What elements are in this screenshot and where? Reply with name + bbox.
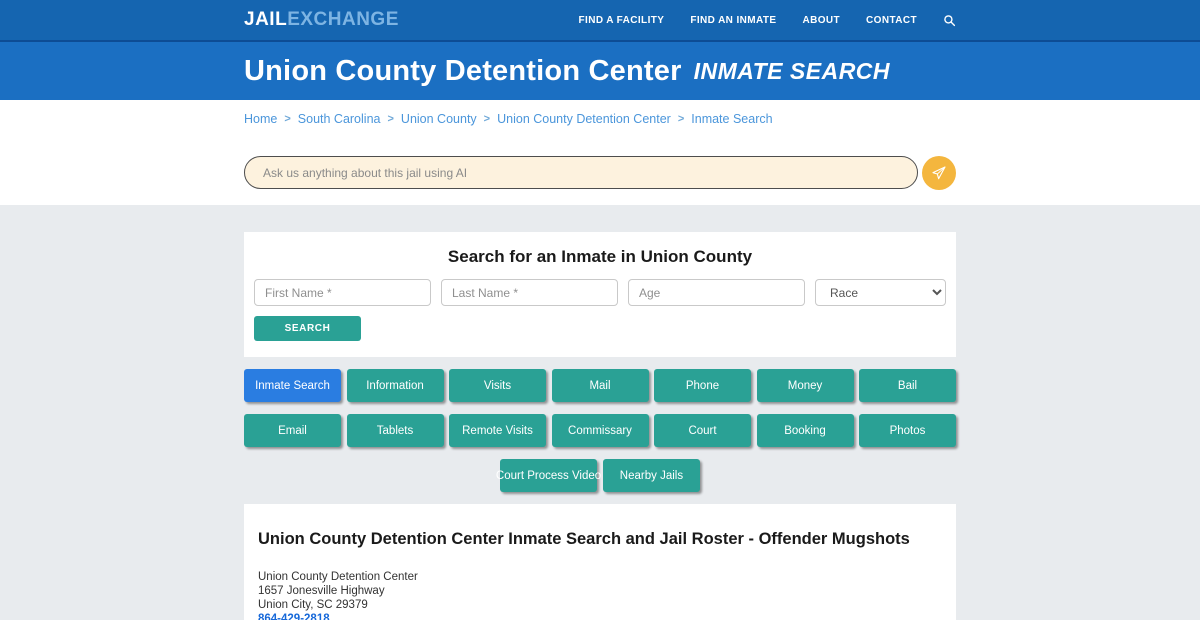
breadcrumb-detention-center[interactable]: Union County Detention Center (497, 112, 671, 126)
last-name-field[interactable] (441, 279, 618, 306)
facility-address: Union County Detention Center 1657 Jones… (258, 570, 942, 620)
chevron-right-icon: > (284, 113, 290, 125)
tab-commissary[interactable]: Commissary (552, 414, 649, 447)
search-icon[interactable] (943, 14, 956, 27)
tab-photos[interactable]: Photos (859, 414, 956, 447)
jailexchange-logo[interactable]: JAILEXCHANGE (244, 9, 399, 31)
breadcrumb-south-carolina[interactable]: South Carolina (298, 112, 381, 126)
tab-booking[interactable]: Booking (757, 414, 854, 447)
logo-part-exchange: EXCHANGE (287, 9, 399, 30)
tab-remote-visits[interactable]: Remote Visits (449, 414, 546, 447)
logo-part-jail: JAIL (244, 9, 287, 30)
send-button[interactable] (922, 156, 956, 190)
button-row-2: Email Tablets Remote Visits Commissary C… (244, 414, 956, 447)
breadcrumb-inmate-search[interactable]: Inmate Search (691, 112, 772, 126)
inmate-search-card: Search for an Inmate in Union County Rac… (244, 232, 956, 357)
chevron-right-icon: > (678, 113, 684, 125)
tab-mail[interactable]: Mail (552, 369, 649, 402)
address-city: Union City, SC 29379 (258, 598, 942, 612)
tab-phone[interactable]: Phone (654, 369, 751, 402)
chevron-right-icon: > (484, 113, 490, 125)
top-header-bar: JAILEXCHANGE FIND A FACILITY FIND AN INM… (0, 0, 1200, 40)
breadcrumb: Home > South Carolina > Union County > U… (244, 100, 956, 126)
chevron-right-icon: > (387, 113, 393, 125)
nav-about[interactable]: ABOUT (802, 15, 840, 26)
info-card-heading: Union County Detention Center Inmate Sea… (258, 530, 942, 549)
main-content-area: Search for an Inmate in Union County Rac… (0, 205, 1200, 620)
search-card-title: Search for an Inmate in Union County (254, 247, 946, 267)
paper-plane-icon (931, 165, 947, 181)
ai-search-row (244, 156, 956, 190)
tab-court[interactable]: Court (654, 414, 751, 447)
facility-info-card: Union County Detention Center Inmate Sea… (244, 504, 956, 620)
tab-nearby-jails[interactable]: Nearby Jails (603, 459, 700, 492)
age-field[interactable] (628, 279, 805, 306)
page-title: Union County Detention Center (244, 55, 682, 88)
breadcrumb-union-county[interactable]: Union County (401, 112, 477, 126)
search-fields: Race (254, 279, 946, 306)
nav-find-an-inmate[interactable]: FIND AN INMATE (690, 15, 776, 26)
race-select[interactable]: Race (815, 279, 946, 306)
top-navigation: FIND A FACILITY FIND AN INMATE ABOUT CON… (579, 14, 956, 27)
tab-court-process-video[interactable]: Court Process Video (500, 459, 597, 492)
first-name-field[interactable] (254, 279, 431, 306)
page-title-banner: Union County Detention Center INMATE SEA… (0, 40, 1200, 100)
tab-bail[interactable]: Bail (859, 369, 956, 402)
tab-email[interactable]: Email (244, 414, 341, 447)
nav-find-a-facility[interactable]: FIND A FACILITY (579, 15, 665, 26)
address-street: 1657 Jonesville Highway (258, 584, 942, 598)
breadcrumb-home[interactable]: Home (244, 112, 277, 126)
nav-contact[interactable]: CONTACT (866, 15, 917, 26)
facility-name: Union County Detention Center (258, 570, 942, 584)
button-row-1: Inmate Search Information Visits Mail Ph… (244, 369, 956, 402)
tab-money[interactable]: Money (757, 369, 854, 402)
button-row-3: Court Process Video Nearby Jails (244, 459, 956, 492)
ai-search-input[interactable] (244, 156, 918, 189)
search-submit-button[interactable]: SEARCH (254, 316, 361, 341)
tab-information[interactable]: Information (347, 369, 444, 402)
page-subtitle: INMATE SEARCH (694, 58, 890, 85)
tab-visits[interactable]: Visits (449, 369, 546, 402)
tab-tablets[interactable]: Tablets (347, 414, 444, 447)
tab-inmate-search[interactable]: Inmate Search (244, 369, 341, 402)
phone-link[interactable]: 864-429-2818 (258, 613, 330, 620)
breadcrumb-search-strip: Home > South Carolina > Union County > U… (0, 100, 1200, 205)
